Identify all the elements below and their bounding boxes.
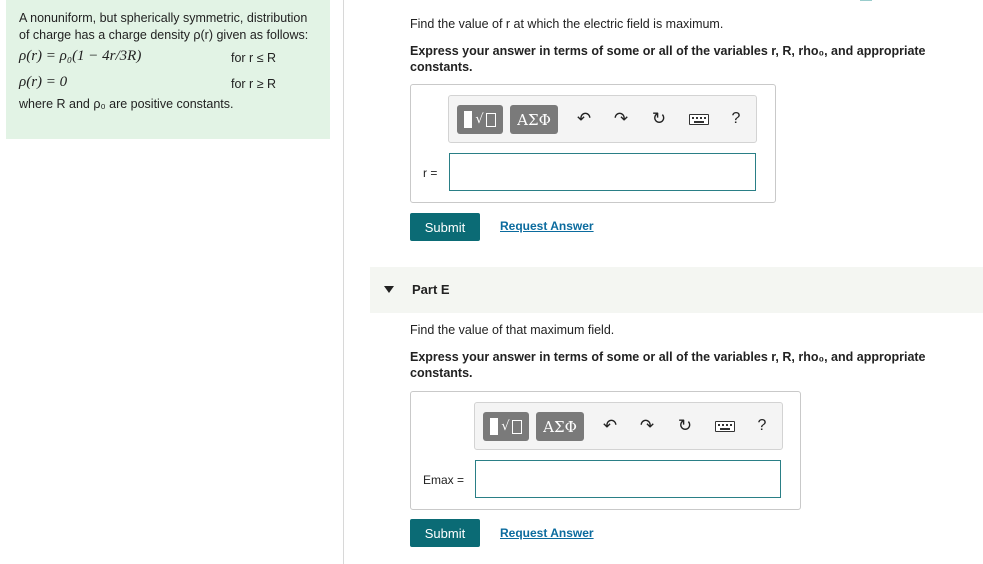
part-e-question: Find the value of that maximum field. xyxy=(410,323,615,337)
part-d-submit-button[interactable]: Submit xyxy=(410,213,480,241)
part-d-request-answer-link[interactable]: Request Answer xyxy=(500,219,594,233)
part-d-answer-box: √ ΑΣΦ ↶ ↷ ↻ ? r = xyxy=(410,84,776,203)
help-icon[interactable]: ? xyxy=(752,416,772,436)
problem-where-text: where R and ρ₀ are positive constants. xyxy=(19,97,234,111)
undo-icon[interactable]: ↶ xyxy=(600,416,620,436)
equation-2-condition: for r ≥ R xyxy=(231,77,277,91)
part-e-title: Part E xyxy=(412,282,450,297)
part-e-math-toolbar: √ ΑΣΦ ↶ ↷ ↻ ? xyxy=(474,402,783,450)
collapse-arrow-icon[interactable] xyxy=(384,286,394,293)
column-divider xyxy=(343,0,344,564)
template-icon[interactable]: √ xyxy=(483,412,529,441)
part-e-instructions: Express your answer in terms of some or … xyxy=(410,350,926,380)
keyboard-icon[interactable] xyxy=(715,421,735,432)
keyboard-icon[interactable] xyxy=(689,114,709,125)
reset-icon[interactable]: ↻ xyxy=(649,109,669,129)
undo-icon[interactable]: ↶ xyxy=(574,109,594,129)
part-d-question: Find the value of r at which the electri… xyxy=(410,17,724,31)
greek-icon[interactable]: ΑΣΦ xyxy=(510,105,558,134)
part-d-math-toolbar: √ ΑΣΦ ↶ ↷ ↻ ? xyxy=(448,95,757,143)
part-e-header[interactable]: Part E xyxy=(370,267,983,313)
part-e-request-answer-link[interactable]: Request Answer xyxy=(500,526,594,540)
part-e-variable-label: Emax = xyxy=(423,473,465,487)
problem-statement-panel: A nonuniform, but spherically symmetric,… xyxy=(6,0,330,139)
template-icon[interactable]: √ xyxy=(457,105,503,134)
reset-icon[interactable]: ↻ xyxy=(675,416,695,436)
part-d-variable-label: r = xyxy=(423,166,438,180)
problem-intro: A nonuniform, but spherically symmetric,… xyxy=(19,11,309,42)
equation-2: ρ(r) = 0 xyxy=(19,74,68,90)
part-e-answer-box: √ ΑΣΦ ↶ ↷ ↻ ? Emax = xyxy=(410,391,801,510)
equation-1: ρ(r) = ρ₀(1 − 4r/3R) xyxy=(19,48,142,64)
help-icon[interactable]: ? xyxy=(726,109,746,129)
equation-1-condition: for r ≤ R xyxy=(231,51,277,65)
redo-icon[interactable]: ↷ xyxy=(637,416,657,436)
part-d-answer-input[interactable] xyxy=(449,153,756,191)
redo-icon[interactable]: ↷ xyxy=(611,109,631,129)
part-e-submit-button[interactable]: Submit xyxy=(410,519,480,547)
equation-row-1: ρ(r) = ρ₀(1 − 4r/3R) for r ≤ R xyxy=(19,44,330,70)
part-e-answer-input[interactable] xyxy=(475,460,781,498)
greek-icon[interactable]: ΑΣΦ xyxy=(536,412,584,441)
part-d-instructions: Express your answer in terms of some or … xyxy=(410,44,926,74)
equation-row-2: ρ(r) = 0 for r ≥ R xyxy=(19,70,330,96)
review-constants-link-fragment[interactable] xyxy=(860,0,983,1)
